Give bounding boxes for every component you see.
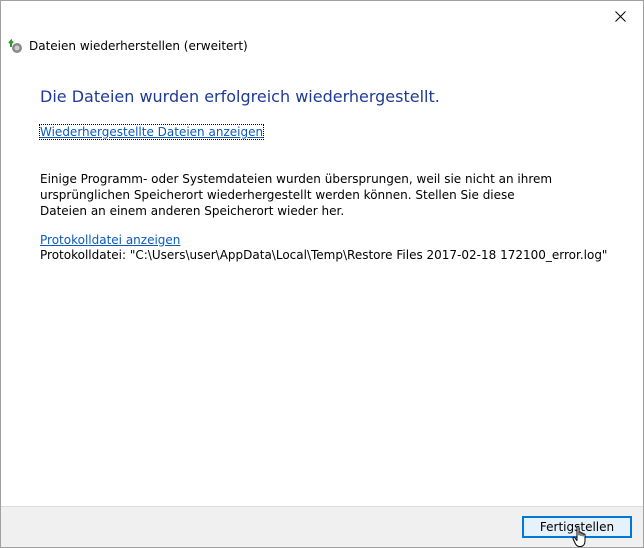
button-bar: Fertigstellen xyxy=(1,506,643,547)
info-text: Einige Programm- oder Systemdateien wurd… xyxy=(40,172,553,218)
close-button[interactable] xyxy=(597,1,643,31)
log-file-path: Protokolldatei: "C:\Users\user\AppData\L… xyxy=(40,248,608,262)
show-log-link[interactable]: Protokolldatei anzeigen xyxy=(40,233,180,247)
restore-files-icon xyxy=(8,38,22,53)
finish-button[interactable]: Fertigstellen xyxy=(522,516,632,538)
close-icon xyxy=(614,10,626,22)
wizard-header: Dateien wiederherstellen (erweitert) xyxy=(8,36,248,56)
dialog-window: Dateien wiederherstellen (erweitert) Die… xyxy=(0,0,644,548)
show-restored-files-link[interactable]: Wiederhergestellte Dateien anzeigen xyxy=(38,124,265,140)
window-title: Dateien wiederherstellen (erweitert) xyxy=(29,39,248,53)
page-title: Die Dateien wurden erfolgreich wiederher… xyxy=(40,87,440,106)
